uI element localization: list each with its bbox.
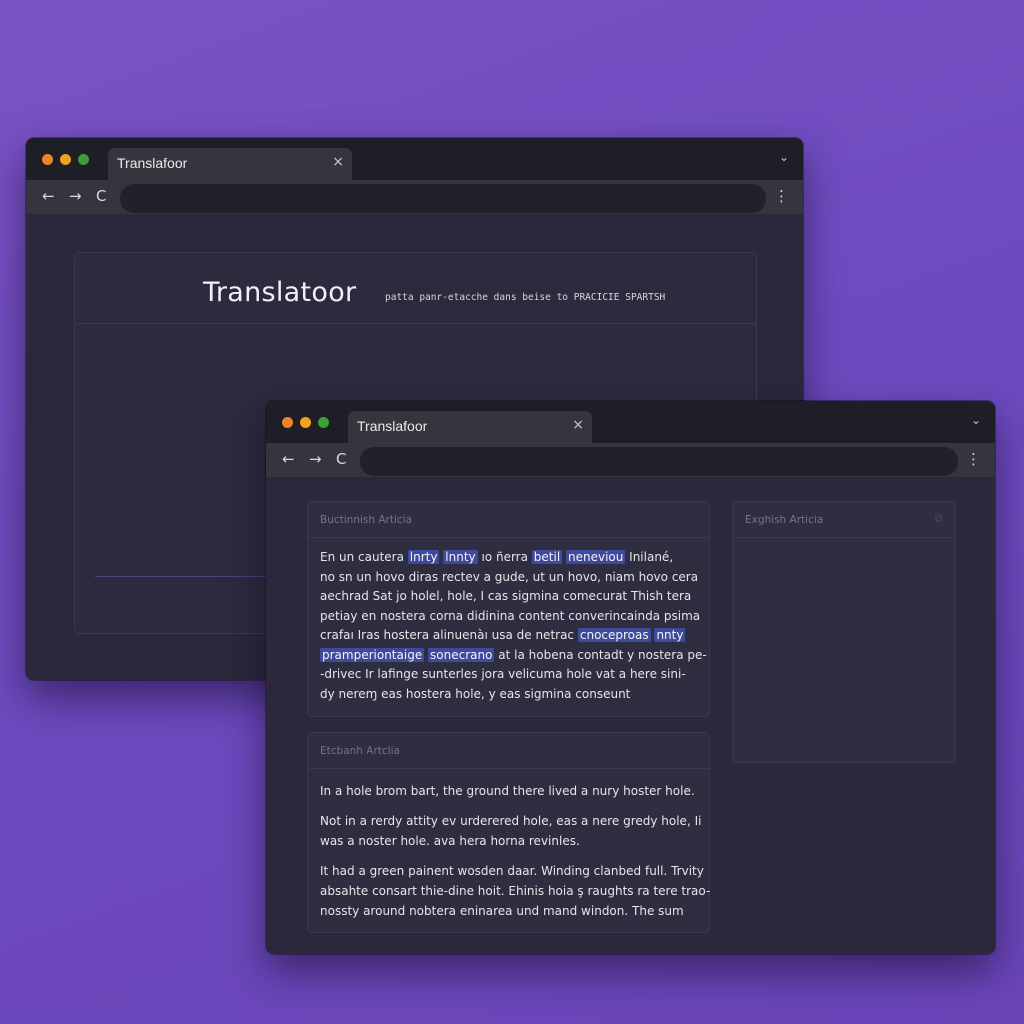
highlighted-word[interactable]: sonecrano	[428, 647, 495, 662]
article-line: petiay en nostera corna didinina content…	[320, 607, 701, 627]
highlighted-word[interactable]: lnnty	[443, 550, 478, 564]
forward-arrow-icon[interactable]: →	[69, 187, 82, 205]
text-segment: no sn un hovo diras rectev a gude, ut un…	[320, 569, 699, 584]
panel-title: Exghish Articia	[745, 514, 824, 526]
close-icon[interactable]: ×	[332, 154, 344, 170]
panel-title: Etcbanh Artclia	[320, 745, 400, 757]
address-bar[interactable]	[120, 184, 766, 213]
highlighted-word[interactable]: neneviou	[565, 550, 626, 564]
kebab-menu-icon[interactable]: ⋮	[774, 187, 789, 205]
text-segment: crafaı Iras hostera alinuenàı usa de net…	[320, 628, 578, 642]
panel-header: Etcbanh Artclia	[308, 733, 709, 769]
maximize-window-dot[interactable]	[318, 417, 329, 428]
article-line: It had a green painent wosden daar. Wind…	[320, 864, 704, 878]
browser-tab[interactable]: Translafoor ×	[348, 411, 592, 443]
article-line: crafaı Iras hostera alinuenàı usa de net…	[320, 626, 697, 646]
browser-toolbar: ← → C ⋮	[26, 180, 803, 215]
app-header: Translatoor patta panr-etacche dans beis…	[75, 253, 756, 324]
article-paragraph: In a hole brom bart, the ground there li…	[320, 781, 696, 801]
minimize-window-dot[interactable]	[60, 154, 71, 165]
article-line: was a noster hole. ava hera horna revinl…	[320, 834, 580, 848]
titlebar: Translafoor × ⌄	[26, 138, 803, 180]
reload-icon[interactable]: C	[96, 187, 106, 205]
chevron-down-icon[interactable]: ⌄	[971, 413, 981, 427]
tab-title: Translafoor	[117, 155, 188, 171]
maximize-window-dot[interactable]	[78, 154, 89, 165]
titlebar: Translafoor × ⌄	[266, 401, 995, 443]
panel-header: Exghish Articia ⧉	[733, 502, 955, 538]
page-content: Buctinnish Articia En un cautera lnrty l…	[266, 477, 995, 954]
address-bar[interactable]	[360, 447, 958, 476]
close-window-dot[interactable]	[282, 417, 293, 428]
text-segment: -drivec Ir lafinge sunterles jora velicu…	[320, 667, 686, 681]
article-paragraph: Not in a rerdy attity ev urderered hole,…	[320, 811, 702, 851]
browser-tab[interactable]: Translafoor ×	[108, 148, 352, 180]
text-segment: En un cautera	[320, 550, 408, 564]
reload-icon[interactable]: C	[336, 450, 346, 468]
article-line: absahte consart thie-dine hoit. Ehinis h…	[320, 884, 711, 898]
window-controls	[42, 154, 89, 165]
copy-icon[interactable]: ⧉	[934, 511, 943, 526]
text-segment: at la hobena contadt y nostera pe-	[494, 647, 707, 662]
close-icon[interactable]: ×	[572, 417, 584, 433]
english-output-panel: Exghish Articia ⧉	[732, 501, 956, 763]
text-segment: ıo ñerra	[477, 550, 532, 564]
minimize-window-dot[interactable]	[300, 417, 311, 428]
english-article-text: In a hole brom bart, the ground there li…	[308, 769, 711, 921]
text-segment: aechrad Sat jo holel, hole, I cas sigmin…	[320, 589, 692, 603]
highlighted-word[interactable]: nnty	[654, 628, 686, 642]
back-arrow-icon[interactable]: ←	[42, 187, 55, 205]
tab-title: Translafoor	[357, 418, 428, 434]
back-arrow-icon[interactable]: ←	[282, 450, 295, 468]
app-tagline: patta panr-etacche dans beise to PRACICI…	[385, 292, 666, 303]
forward-arrow-icon[interactable]: →	[309, 450, 322, 468]
article-line: aechrad Sat jo holel, hole, I cas sigmin…	[320, 587, 697, 607]
article-line: pramperiontaige sonecrano at la hobena c…	[320, 646, 707, 666]
text-segment: Inilané,	[625, 550, 674, 564]
front-browser-window: Translafoor × ⌄ ← → C ⋮ Buctinnish Artic…	[266, 401, 995, 954]
article-line: -drivec Ir lafinge sunterles jora velicu…	[320, 665, 697, 685]
highlighted-word[interactable]: lnrty	[407, 550, 440, 564]
highlighted-word[interactable]: pramperiontaige	[320, 647, 425, 662]
panel-title: Buctinnish Articia	[320, 514, 413, 526]
close-window-dot[interactable]	[42, 154, 53, 165]
app-title: Translatoor	[203, 277, 357, 308]
highlighted-word[interactable]: betil	[531, 550, 563, 564]
article-line: dy nereɱ eas hostera hole, y eas sigmina…	[320, 685, 697, 705]
article-line: In a hole brom bart, the ground there li…	[320, 784, 695, 798]
english-article-panel: Etcbanh Artclia In a hole brom bart, the…	[307, 732, 710, 933]
article-line: nossty around nobtera eninarea und mand …	[320, 904, 684, 918]
kebab-menu-icon[interactable]: ⋮	[966, 450, 981, 468]
text-segment: petiay en nostera corna didinina content…	[320, 608, 701, 623]
spanish-article-panel: Buctinnish Articia En un cautera lnrty l…	[307, 501, 710, 717]
highlighted-word[interactable]: cnoceproas	[577, 628, 651, 642]
browser-toolbar: ← → C ⋮	[266, 443, 995, 478]
article-line: no sn un hovo diras rectev a gude, ut un…	[320, 568, 699, 588]
article-line: En un cautera lnrty lnnty ıo ñerra betil…	[320, 548, 697, 568]
spanish-article-text[interactable]: En un cautera lnrty lnnty ıo ñerra betil…	[308, 538, 709, 704]
article-line: Not in a rerdy attity ev urderered hole,…	[320, 814, 702, 828]
text-segment: dy nereɱ eas hostera hole, y eas sigmina…	[320, 686, 631, 701]
chevron-down-icon[interactable]: ⌄	[779, 150, 789, 164]
article-paragraph: It had a green painent wosden daar. Wind…	[320, 861, 711, 921]
panel-header: Buctinnish Articia	[308, 502, 709, 538]
window-controls	[282, 417, 329, 428]
